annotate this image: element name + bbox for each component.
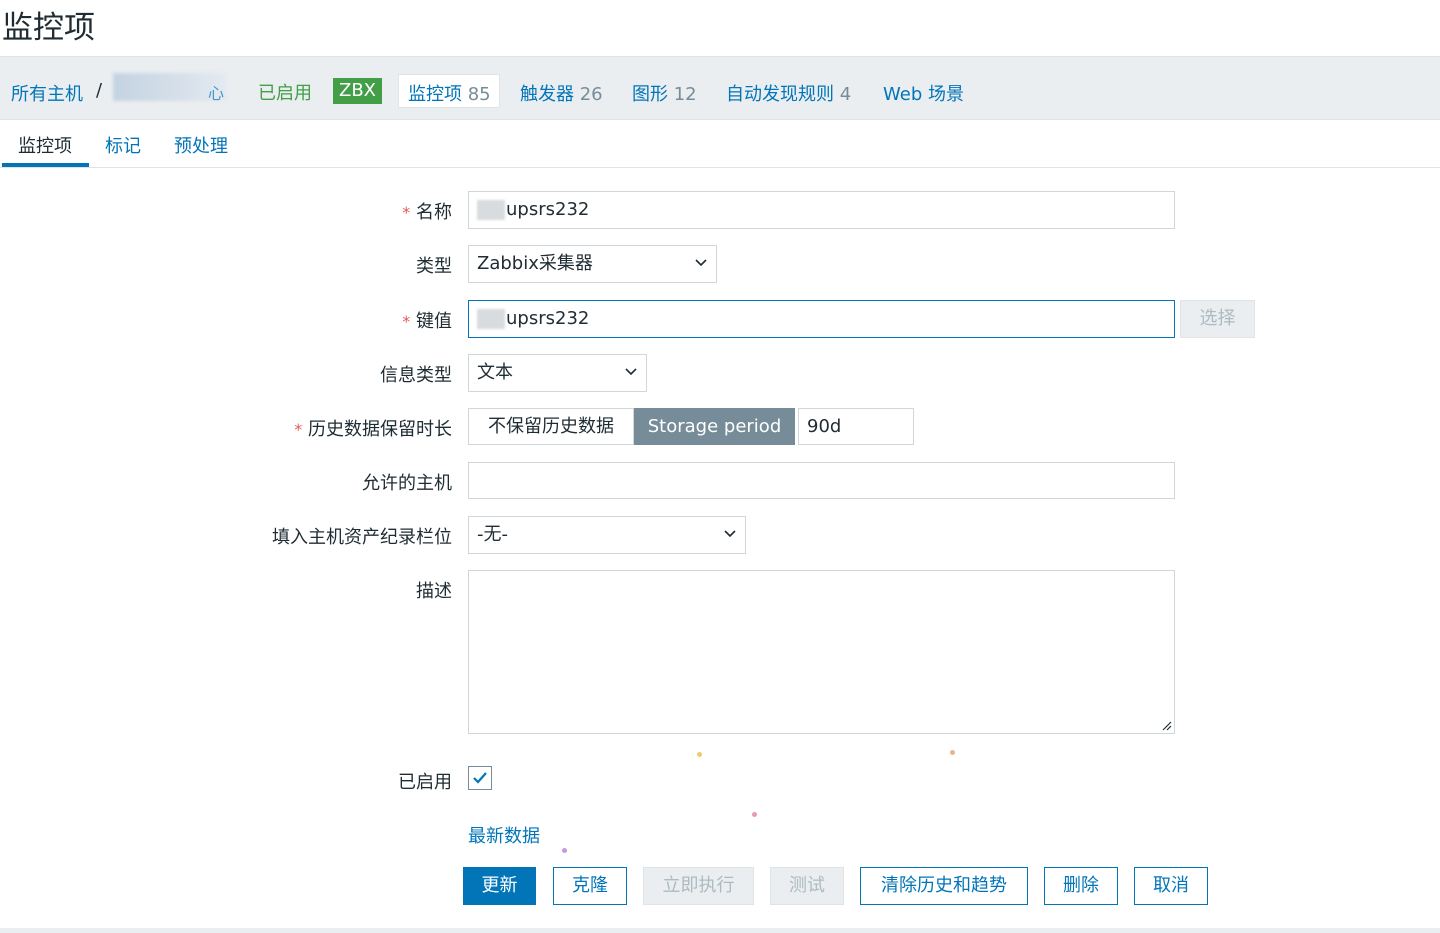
host-status-enabled[interactable]: 已启用 [258,79,312,105]
breadcrumb-triggers-label: 触发器 [520,84,574,105]
key-label-text: 键值 [416,311,452,332]
execute-now-button[interactable]: 立即执行 [643,867,754,905]
key-label: * 键值 [402,307,452,333]
name-prefix-redacted [477,200,505,220]
breadcrumb-triggers-count: 26 [579,84,603,105]
enabled-label: 已启用 [398,772,452,793]
value-type-select-value: 文本 [477,362,513,383]
tab-tags[interactable]: 标记 [105,132,141,158]
value-type-select[interactable]: 文本 [468,354,647,392]
tab-preprocessing[interactable]: 预处理 [174,132,228,158]
delete-button[interactable]: 删除 [1044,867,1118,905]
breadcrumb-graphs-label: 图形 [632,84,668,105]
required-mark: * [294,420,303,439]
breadcrumb-separator: / [96,80,103,101]
required-mark: * [402,312,411,331]
description-label: 描述 [416,581,452,602]
clone-button[interactable]: 克隆 [553,867,627,905]
checkmark-icon [473,772,487,784]
breadcrumb-graphs[interactable]: 图形 12 [632,80,697,106]
value-type-label: 信息类型 [380,365,452,386]
decorative-dot [697,752,702,757]
inventory-field-select-value: -无- [477,524,508,545]
decorative-dot [562,848,567,853]
decorative-dot [950,750,955,755]
breadcrumb-items[interactable]: 监控项 85 [408,80,491,106]
update-button[interactable]: 更新 [463,867,536,905]
breadcrumb-discovery-label: 自动发现规则 [726,84,834,105]
breadcrumb-all-hosts[interactable]: 所有主机 [11,80,83,106]
page-title: 监控项 [2,10,95,46]
name-label: * 名称 [402,198,452,224]
test-button[interactable]: 测试 [770,867,844,905]
resize-grip-icon[interactable] [1160,719,1172,731]
chevron-down-icon [724,530,736,538]
inventory-field-select[interactable]: -无- [468,516,746,554]
history-no-keep-option[interactable]: 不保留历史数据 [468,408,634,445]
inventory-field-label: 填入主机资产纪录栏位 [272,527,452,548]
key-input[interactable]: upsrs232 [468,300,1175,338]
type-label: 类型 [416,256,452,277]
breadcrumb-items-count: 85 [467,84,491,105]
enabled-checkbox[interactable] [468,766,492,790]
form-tabs: 监控项 标记 预处理 [0,120,1440,168]
key-prefix-redacted [477,309,505,329]
allowed-hosts-input[interactable] [468,462,1175,499]
breadcrumb-host-name-tail: 心 [208,84,225,103]
chevron-down-icon [625,368,637,376]
name-input[interactable]: upsrs232 [468,191,1175,229]
key-input-value: upsrs232 [506,308,590,329]
type-select-value: Zabbix采集器 [477,253,593,274]
chevron-down-icon [695,259,707,267]
allowed-hosts-label: 允许的主机 [362,473,452,494]
history-storage-period-option[interactable]: Storage period [634,408,795,445]
select-key-button[interactable]: 选择 [1180,300,1255,338]
breadcrumb-items-label: 监控项 [408,84,462,105]
active-tab-indicator [2,163,89,167]
breadcrumb-web-scenarios[interactable]: Web 场景 [883,80,964,106]
tab-item[interactable]: 监控项 [18,132,72,158]
page-bottom-border [0,928,1440,933]
breadcrumb-triggers[interactable]: 触发器 26 [520,80,603,106]
type-select[interactable]: Zabbix采集器 [468,245,717,283]
breadcrumb-discovery-count: 4 [839,84,852,105]
decorative-dot [752,812,757,817]
name-label-text: 名称 [416,202,452,223]
clear-history-button[interactable]: 清除历史和趋势 [860,867,1028,905]
breadcrumb-graphs-count: 12 [673,84,697,105]
history-label: * 历史数据保留时长 [294,415,452,441]
description-textarea[interactable] [468,570,1175,734]
zbx-availability-badge: ZBX [333,78,382,104]
history-label-text: 历史数据保留时长 [308,419,452,440]
required-mark: * [402,203,411,222]
name-input-value: upsrs232 [506,199,590,220]
latest-data-link[interactable]: 最新数据 [468,822,540,848]
breadcrumb-discovery-rules[interactable]: 自动发现规则 4 [726,80,851,106]
cancel-button[interactable]: 取消 [1134,867,1208,905]
history-period-input[interactable]: 90d [798,408,914,445]
